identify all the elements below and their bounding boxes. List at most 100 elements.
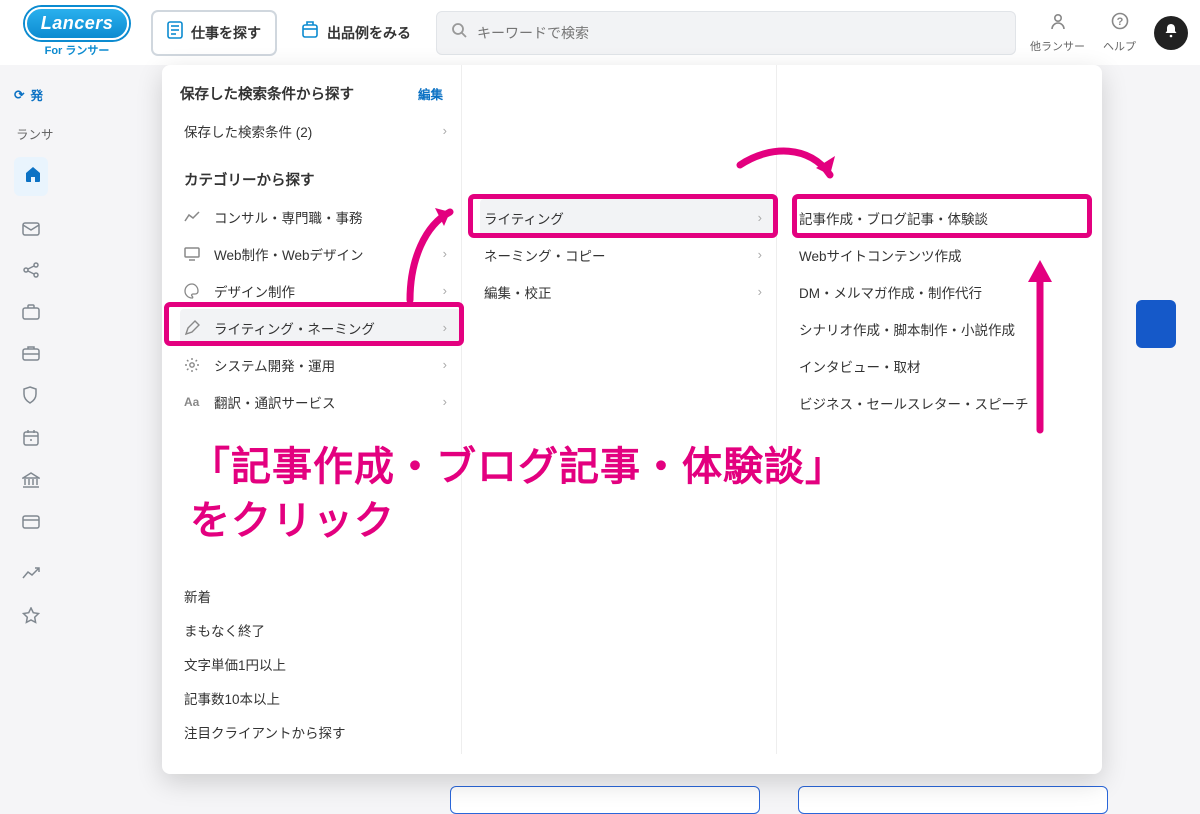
chevron-right-icon: › bbox=[758, 247, 762, 262]
category-label: 翻訳・通訳サービス bbox=[214, 392, 336, 412]
rail-refresh[interactable]: ⟳ 発 bbox=[14, 85, 165, 104]
dropdown-col-leaf: 記事作成・ブログ記事・体験談 Webサイトコンテンツ作成 DM・メルマガ作成・制… bbox=[777, 65, 1102, 754]
leaf-label: ビジネス・セールスレター・スピーチ bbox=[799, 393, 1029, 413]
category-consulting[interactable]: コンサル・専門職・事務 › bbox=[180, 198, 461, 235]
palette-icon bbox=[184, 283, 202, 299]
chevron-right-icon: › bbox=[443, 209, 447, 224]
sidebar-icons bbox=[14, 220, 165, 630]
filter-new[interactable]: 新着 bbox=[184, 586, 461, 606]
chevron-right-icon: › bbox=[758, 210, 762, 225]
pen-icon bbox=[184, 320, 202, 336]
bell-icon bbox=[1163, 22, 1179, 43]
chevron-right-icon: › bbox=[443, 357, 447, 372]
filter-ending-soon[interactable]: まもなく終了 bbox=[184, 620, 461, 640]
help-button[interactable]: ? ヘルプ bbox=[1103, 12, 1136, 54]
category-label: デザイン制作 bbox=[214, 281, 295, 301]
subcat-editing[interactable]: 編集・校正 › bbox=[480, 273, 776, 310]
nav-find-work-label: 仕事を探す bbox=[191, 23, 261, 43]
category-translation[interactable]: Aa 翻訳・通訳サービス › bbox=[180, 383, 461, 420]
card-icon[interactable] bbox=[22, 513, 40, 534]
briefcase2-icon[interactable] bbox=[22, 345, 40, 366]
translate-icon: Aa bbox=[184, 395, 202, 409]
filter-featured-client[interactable]: 注目クライアントから探す bbox=[184, 722, 461, 742]
search-input-wrap[interactable] bbox=[436, 11, 1016, 55]
help-icon: ? bbox=[1111, 12, 1129, 36]
rail-refresh-label: 発 bbox=[30, 85, 43, 104]
share-icon[interactable] bbox=[22, 261, 40, 284]
bank-icon[interactable] bbox=[22, 472, 40, 493]
leaf-label: シナリオ作成・脚本制作・小説作成 bbox=[799, 319, 1015, 339]
saved-search-label: 保存した検索条件 (2) bbox=[184, 121, 312, 141]
card-placeholder-1 bbox=[450, 786, 760, 814]
other-lancers-button[interactable]: 他ランサー bbox=[1030, 12, 1085, 54]
category-label: システム開発・運用 bbox=[214, 355, 335, 375]
search-input[interactable] bbox=[477, 25, 1001, 41]
help-label: ヘルプ bbox=[1103, 38, 1136, 54]
chevron-right-icon: › bbox=[443, 320, 447, 335]
leaf-scenario[interactable]: シナリオ作成・脚本制作・小説作成 bbox=[795, 310, 1088, 347]
star-icon[interactable] bbox=[22, 607, 40, 630]
category-system[interactable]: システム開発・運用 › bbox=[180, 346, 461, 383]
category-design[interactable]: デザイン制作 › bbox=[180, 272, 461, 309]
chart-icon[interactable] bbox=[22, 566, 40, 587]
chevron-right-icon: › bbox=[443, 123, 447, 138]
quick-filters: 新着 まもなく終了 文字単価1円以上 記事数10本以上 注目クライアントから探す bbox=[180, 586, 461, 742]
subcat-label: ライティング bbox=[484, 208, 564, 228]
package-icon bbox=[301, 21, 319, 44]
nav-examples[interactable]: 出品例をみる bbox=[286, 11, 426, 55]
filter-unit-price[interactable]: 文字単価1円以上 bbox=[184, 654, 461, 674]
shield-icon[interactable] bbox=[22, 386, 38, 409]
chevron-right-icon: › bbox=[443, 246, 447, 261]
left-rail: ⟳ 発 ランサ bbox=[0, 85, 165, 630]
leaf-article-blog[interactable]: 記事作成・ブログ記事・体験談 bbox=[795, 199, 1088, 236]
chevron-right-icon: › bbox=[758, 284, 762, 299]
sidebar-item-home[interactable] bbox=[14, 157, 48, 196]
leaf-label: DM・メルマガ作成・制作代行 bbox=[799, 282, 982, 302]
leaf-web-content[interactable]: Webサイトコンテンツ作成 bbox=[795, 236, 1088, 273]
category-writing[interactable]: ライティング・ネーミング › bbox=[180, 309, 461, 346]
edit-link[interactable]: 編集 bbox=[418, 84, 443, 103]
person-icon bbox=[1049, 12, 1067, 36]
chevron-right-icon: › bbox=[443, 283, 447, 298]
notifications-button[interactable] bbox=[1154, 16, 1188, 50]
document-icon bbox=[167, 21, 183, 44]
leaf-interview[interactable]: インタビュー・取材 bbox=[795, 347, 1088, 384]
other-lancers-label: 他ランサー bbox=[1030, 38, 1085, 54]
category-label: コンサル・専門職・事務 bbox=[214, 207, 363, 227]
logo-mark: Lancers bbox=[25, 7, 130, 40]
monitor-icon bbox=[184, 247, 202, 261]
chevron-right-icon: › bbox=[443, 394, 447, 409]
leaf-business-letter[interactable]: ビジネス・セールスレター・スピーチ bbox=[795, 384, 1088, 421]
subcat-writing[interactable]: ライティング › bbox=[480, 199, 776, 236]
gear-icon bbox=[184, 357, 202, 373]
subcat-naming[interactable]: ネーミング・コピー › bbox=[480, 236, 776, 273]
briefcase-icon[interactable] bbox=[22, 304, 40, 325]
filter-article-count[interactable]: 記事数10本以上 bbox=[184, 688, 461, 708]
svg-text:?: ? bbox=[1116, 16, 1123, 28]
mail-icon[interactable] bbox=[22, 220, 40, 241]
chart-line-icon bbox=[184, 210, 202, 224]
category-web[interactable]: Web制作・Webデザイン › bbox=[180, 235, 461, 272]
logo-subtitle: For ランサー bbox=[45, 42, 110, 58]
leaf-label: 記事作成・ブログ記事・体験談 bbox=[799, 208, 988, 228]
subcat-label: ネーミング・コピー bbox=[484, 245, 606, 265]
dropdown-col-sub: ライティング › ネーミング・コピー › 編集・校正 › bbox=[462, 65, 777, 754]
saved-search-header: 保存した検索条件から探す bbox=[180, 83, 354, 104]
refresh-icon: ⟳ bbox=[14, 87, 24, 102]
nav-find-work[interactable]: 仕事を探す bbox=[152, 11, 276, 55]
leaf-label: インタビュー・取材 bbox=[799, 356, 921, 376]
calendar-icon[interactable] bbox=[22, 429, 40, 452]
header: Lancers For ランサー 仕事を探す 出品例をみる 他ランサー ? bbox=[0, 0, 1200, 65]
category-label: ライティング・ネーミング bbox=[214, 318, 375, 338]
home-icon bbox=[24, 165, 42, 188]
primary-action-button[interactable] bbox=[1136, 300, 1176, 348]
leaf-label: Webサイトコンテンツ作成 bbox=[799, 245, 962, 265]
rail-sub-label: ランサ bbox=[16, 124, 165, 143]
search-icon bbox=[451, 22, 467, 43]
header-right: 他ランサー ? ヘルプ bbox=[1030, 12, 1188, 54]
saved-search-item[interactable]: 保存した検索条件 (2) › bbox=[180, 112, 461, 149]
logo[interactable]: Lancers For ランサー bbox=[12, 7, 142, 58]
nav-examples-label: 出品例をみる bbox=[327, 23, 411, 43]
leaf-dm-mailmag[interactable]: DM・メルマガ作成・制作代行 bbox=[795, 273, 1088, 310]
subcat-label: 編集・校正 bbox=[484, 282, 552, 302]
